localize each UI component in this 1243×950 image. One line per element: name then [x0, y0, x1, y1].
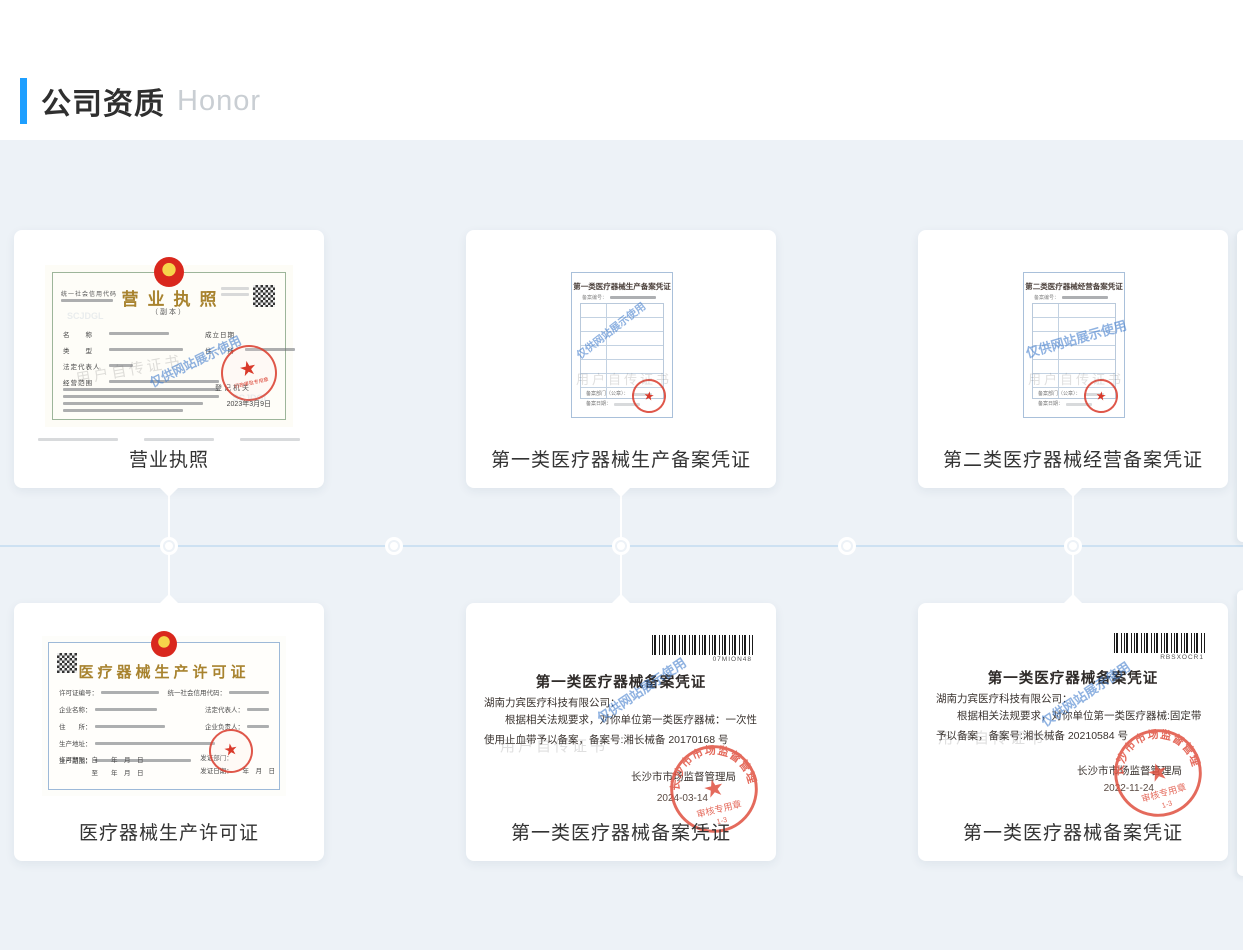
card-tail	[1064, 594, 1082, 603]
certificate-image: 第一类医疗器械生产备案凭证 备案编号： 备案部门（公章）： 备案日期： ★ 用户…	[561, 262, 683, 428]
dept-label: 备案部门（公章）：	[1038, 389, 1081, 399]
timeline-dot	[390, 542, 398, 550]
card-caption: 第二类医疗器械经营备案凭证	[918, 445, 1228, 472]
field-legal-rep-label: 法定代表人	[63, 361, 101, 371]
certificate-card-business-license[interactable]: ★ 统一社会信用代码 营业执照 （副本） 名 称 类 型 法定代表人 经营范围	[14, 230, 324, 488]
field-type-label: 类 型	[63, 345, 93, 355]
field-scope-label: 经营范围	[63, 377, 93, 387]
qr-code-icon	[253, 285, 275, 307]
barcode-code: 07MION48	[713, 656, 752, 663]
card-caption: 医疗器械生产许可证	[14, 818, 324, 845]
certificate-card-class1-record-2022[interactable]: RBSXOCR1 第一类医疗器械备案凭证 湖南力宾医疗科技有限公司： 根据相关法…	[918, 603, 1228, 861]
production-license-image: ★ 医疗器械生产许可证 许可证编号： 统一社会信用代码： 企业名称： 法定代表人…	[36, 630, 292, 802]
certificate-card-production-license[interactable]: ★ 医疗器械生产许可证 许可证编号： 统一社会信用代码： 企业名称： 法定代表人…	[14, 603, 324, 861]
national-emblem-icon: ★	[154, 257, 184, 287]
field-name-label: 名 称	[63, 329, 93, 339]
date-label: 备案日期：	[1038, 399, 1063, 409]
document-title: 第一类医疗器械备案凭证	[482, 671, 760, 692]
accent-bar	[20, 78, 27, 124]
certificate-card-class1-record-2024[interactable]: 07MION48 第一类医疗器械备案凭证 湖南力宾医疗科技有限公司： 根据相关法…	[466, 603, 776, 861]
card-caption: 营业执照	[14, 445, 324, 472]
barcode-icon	[1114, 633, 1206, 653]
certificate-image: 第二类医疗器械经营备案凭证 备案编号： 备案部门（公章）： 备案日期： ★ 用户…	[1013, 262, 1135, 428]
card-tail	[612, 594, 630, 603]
page-title: 公司资质	[41, 79, 165, 123]
carousel-next-card-peek[interactable]	[1237, 590, 1243, 876]
license-title: 医疗器械生产许可证	[49, 661, 279, 682]
field-established-label: 成立日期	[205, 329, 235, 339]
license-field-row: 企业名称： 法定代表人：	[59, 704, 269, 714]
certificate-title: 第二类医疗器械经营备案凭证	[1024, 281, 1124, 292]
document-title: 第一类医疗器械备案凭证	[934, 667, 1212, 688]
license-field-row: 许可证编号： 统一社会信用代码：	[59, 687, 269, 697]
svg-text:★: ★	[700, 773, 727, 804]
business-license-image: ★ 统一社会信用代码 营业执照 （副本） 名 称 类 型 法定代表人 经营范围	[38, 258, 300, 434]
company-honor-page: 公司资质 Honor ★ 统一社会信用代码 营业执照 （副本） 名 称	[0, 0, 1243, 950]
card-tail	[160, 594, 178, 603]
license-subtitle: （副本）	[53, 307, 285, 317]
card-caption: 第一类医疗器械备案凭证	[466, 818, 776, 845]
record-document-image: RBSXOCR1 第一类医疗器械备案凭证 湖南力宾医疗科技有限公司： 根据相关法…	[934, 627, 1212, 827]
certificate-card-class2-operation-record[interactable]: 第二类医疗器械经营备案凭证 备案编号： 备案部门（公章）： 备案日期： ★ 用户…	[918, 230, 1228, 488]
barcode-code: RBSXOCR1	[1160, 654, 1204, 661]
company-name: 湖南力宾医疗科技有限公司：	[936, 691, 1073, 706]
date-label: 备案日期：	[586, 399, 611, 409]
dept-label: 备案部门（公章）：	[586, 389, 629, 399]
timeline-dot	[165, 542, 173, 550]
certificate-card-class1-production-record[interactable]: 第一类医疗器械生产备案凭证 备案编号： 备案部门（公章）： 备案日期： ★ 用户…	[466, 230, 776, 488]
card-caption: 第一类医疗器械备案凭证	[918, 818, 1228, 845]
card-tail	[160, 488, 178, 497]
card-tail	[612, 488, 630, 497]
record-no-label: 备案编号：	[582, 294, 607, 301]
national-emblem-icon: ★	[151, 631, 177, 657]
certificate-title: 第一类医疗器械生产备案凭证	[572, 281, 672, 292]
license-footer-print	[38, 438, 300, 441]
svg-text:1-3: 1-3	[1161, 798, 1174, 810]
page-subtitle: Honor	[177, 85, 261, 118]
record-document-image: 07MION48 第一类医疗器械备案凭证 湖南力宾医疗科技有限公司： 根据相关法…	[482, 627, 760, 827]
card-caption: 第一类医疗器械生产备案凭证	[466, 445, 776, 472]
company-name: 湖南力宾医疗科技有限公司：	[484, 695, 621, 710]
svg-text:★: ★	[1144, 757, 1172, 789]
card-tail	[1064, 488, 1082, 497]
timeline-dot	[1069, 542, 1077, 550]
record-no-label: 备案编号：	[1034, 294, 1059, 301]
carousel-next-card-peek[interactable]	[1237, 230, 1243, 542]
timeline-dot	[843, 542, 851, 550]
timeline-dot	[617, 542, 625, 550]
barcode-icon	[652, 635, 754, 655]
section-header: 公司资质 Honor	[20, 76, 261, 126]
